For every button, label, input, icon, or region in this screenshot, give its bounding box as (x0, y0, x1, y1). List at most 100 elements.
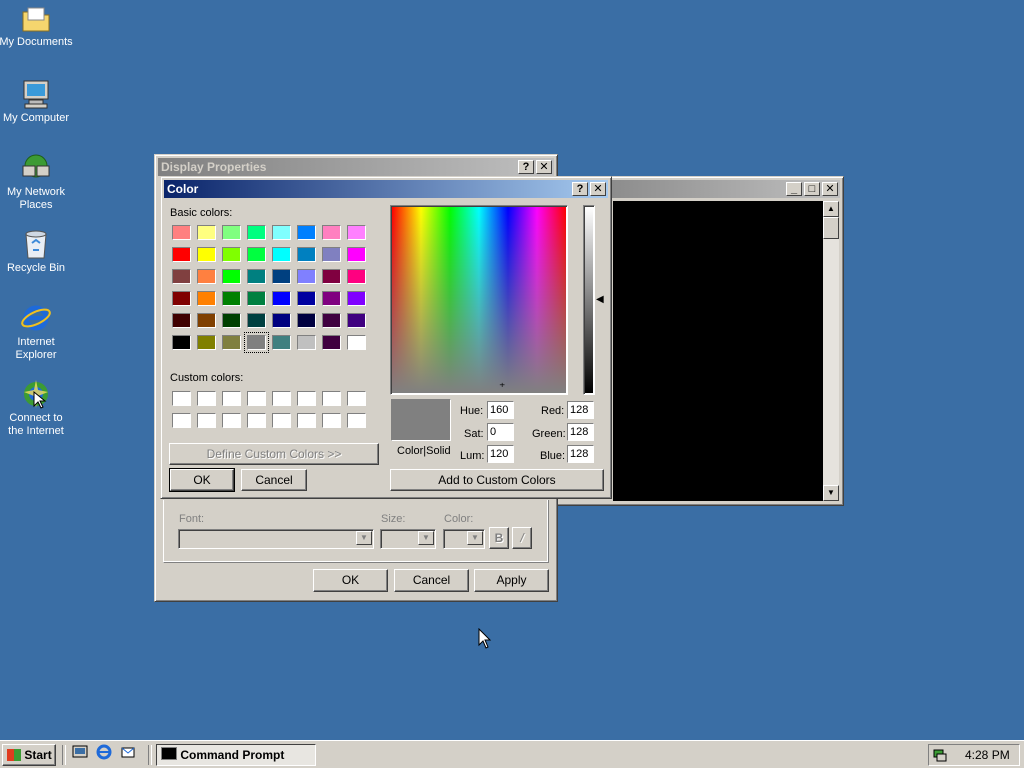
custom-color-swatch[interactable] (172, 413, 191, 428)
cancel-button[interactable]: Cancel (394, 569, 469, 592)
custom-color-swatch[interactable] (222, 413, 241, 428)
custom-color-swatch[interactable] (197, 391, 216, 406)
custom-color-swatch[interactable] (297, 413, 316, 428)
color-swatch[interactable] (197, 225, 216, 240)
close-button[interactable]: ✕ (536, 160, 552, 174)
color-swatch[interactable] (322, 247, 341, 262)
ok-button[interactable]: OK (169, 468, 235, 492)
custom-color-swatch[interactable] (322, 413, 341, 428)
color-swatch[interactable] (247, 225, 266, 240)
custom-color-swatch[interactable] (247, 391, 266, 406)
color-swatch[interactable] (272, 291, 291, 306)
color-swatch[interactable] (272, 269, 291, 284)
color-swatch[interactable] (322, 335, 341, 350)
color-swatch[interactable] (244, 332, 269, 353)
custom-color-swatch[interactable] (322, 391, 341, 406)
color-swatch[interactable] (247, 269, 266, 284)
desktop-icon[interactable]: My Documents (0, 4, 74, 49)
custom-color-swatch[interactable] (172, 391, 191, 406)
vertical-scrollbar[interactable]: ▲ ▼ (823, 201, 839, 501)
blue-field[interactable]: 128 (567, 445, 594, 463)
color-swatch[interactable] (297, 269, 316, 284)
outlook-express-icon[interactable] (120, 744, 138, 766)
apply-button[interactable]: Apply (474, 569, 549, 592)
color-swatch[interactable] (347, 313, 366, 328)
add-to-custom-colors-button[interactable]: Add to Custom Colors (390, 469, 604, 491)
color-swatch[interactable] (222, 313, 241, 328)
internet-explorer-icon[interactable] (96, 744, 114, 766)
color-swatch[interactable] (172, 247, 191, 262)
custom-color-swatch[interactable] (197, 413, 216, 428)
custom-color-swatch[interactable] (272, 413, 291, 428)
color-swatch[interactable] (172, 313, 191, 328)
color-swatch[interactable] (297, 247, 316, 262)
close-button[interactable]: ✕ (822, 182, 838, 196)
color-swatch[interactable] (247, 313, 266, 328)
color-swatch[interactable] (222, 247, 241, 262)
color-swatch[interactable] (172, 225, 191, 240)
color-swatch[interactable] (322, 313, 341, 328)
task-command-prompt[interactable]: Command Prompt (156, 744, 316, 766)
custom-color-swatch[interactable] (347, 413, 366, 428)
luminance-slider[interactable] (583, 205, 595, 395)
define-custom-colors-button[interactable]: Define Custom Colors >> (169, 443, 379, 465)
color-swatch[interactable] (272, 335, 291, 350)
custom-color-swatch[interactable] (272, 391, 291, 406)
console-area[interactable] (613, 201, 823, 501)
chevron-down-icon[interactable]: ▼ (356, 531, 372, 545)
color-swatch[interactable] (247, 291, 266, 306)
color-swatch[interactable] (197, 335, 216, 350)
desktop-icon[interactable]: Connect to the Internet (0, 378, 74, 438)
help-button[interactable]: ? (572, 182, 588, 196)
color-swatch[interactable] (297, 313, 316, 328)
chevron-down-icon[interactable]: ▼ (467, 531, 483, 545)
close-button[interactable]: ✕ (590, 182, 606, 196)
network-tray-icon[interactable] (932, 747, 948, 766)
color-swatch[interactable] (247, 247, 266, 262)
desktop-icon[interactable]: My Computer (0, 78, 74, 125)
maximize-button[interactable]: □ (804, 182, 820, 196)
scroll-down-button[interactable]: ▼ (823, 485, 839, 501)
custom-color-swatch[interactable] (247, 413, 266, 428)
italic-button[interactable]: / (512, 527, 532, 549)
color-swatch[interactable] (197, 313, 216, 328)
color-swatch[interactable] (197, 291, 216, 306)
scroll-thumb[interactable] (823, 217, 839, 239)
color-dialog-titlebar[interactable]: Color ? ✕ (164, 180, 608, 198)
color-dropdown[interactable]: ▼ (443, 529, 485, 549)
color-swatch[interactable] (222, 291, 241, 306)
show-desktop-icon[interactable] (72, 744, 90, 766)
color-swatch[interactable] (347, 291, 366, 306)
custom-color-swatch[interactable] (347, 391, 366, 406)
minimize-button[interactable]: _ (786, 182, 802, 196)
scroll-up-button[interactable]: ▲ (823, 201, 839, 217)
bold-button[interactable]: B (489, 527, 509, 549)
luminance-arrow-icon[interactable]: ◀ (596, 294, 604, 305)
color-swatch[interactable] (322, 225, 341, 240)
chevron-down-icon[interactable]: ▼ (418, 531, 434, 545)
color-swatch[interactable] (222, 269, 241, 284)
start-button[interactable]: Start (2, 744, 56, 766)
color-swatch[interactable] (347, 335, 366, 350)
font-dropdown[interactable]: ▼ (178, 529, 374, 549)
sat-field[interactable]: 0 (487, 423, 514, 441)
lum-field[interactable]: 120 (487, 445, 514, 463)
color-swatch[interactable] (272, 247, 291, 262)
color-swatch[interactable] (272, 313, 291, 328)
color-swatch[interactable] (197, 247, 216, 262)
color-swatch[interactable] (322, 269, 341, 284)
color-swatch[interactable] (222, 225, 241, 240)
color-swatch[interactable] (297, 291, 316, 306)
size-dropdown[interactable]: ▼ (380, 529, 436, 549)
hue-field[interactable]: 160 (487, 401, 514, 419)
color-spectrum[interactable]: ⁺ (390, 205, 568, 395)
custom-color-swatch[interactable] (297, 391, 316, 406)
color-swatch[interactable] (347, 269, 366, 284)
display-properties-titlebar[interactable]: Display Properties ? ✕ (158, 158, 554, 176)
clock[interactable]: 4:28 PM (965, 748, 1010, 762)
color-swatch[interactable] (222, 335, 241, 350)
color-swatch[interactable] (322, 291, 341, 306)
color-dialog[interactable]: Color ? ✕ Basic colors: Custom colors: D… (160, 176, 612, 499)
color-swatch[interactable] (172, 335, 191, 350)
desktop-icon[interactable]: Recycle Bin (0, 228, 74, 275)
